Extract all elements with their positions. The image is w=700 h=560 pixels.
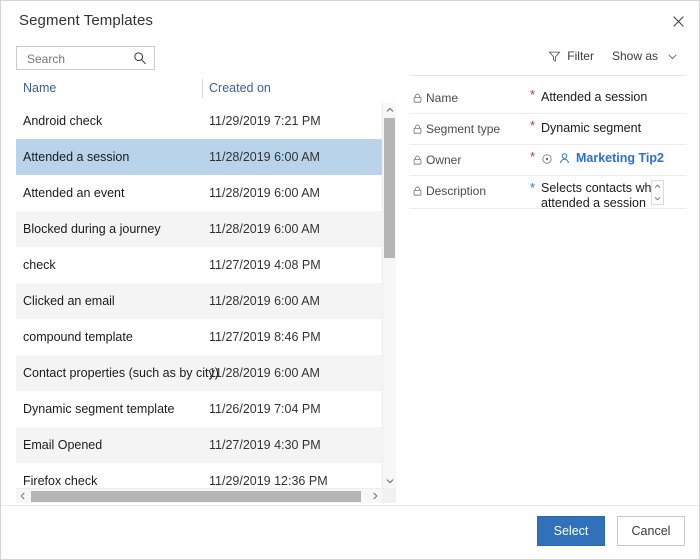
vertical-scroll-thumb[interactable] bbox=[384, 118, 395, 258]
detail-field-row: Owner * Marketing Tip2 bbox=[410, 145, 686, 176]
table-row[interactable]: Android check 11/29/2019 7:21 PM bbox=[16, 103, 382, 139]
row-created-on-cell: 11/28/2019 6:00 AM bbox=[209, 366, 320, 380]
owner-name-link[interactable]: Marketing Tip2 bbox=[576, 151, 664, 165]
required-asterisk-icon: * bbox=[530, 180, 536, 195]
search-icon[interactable] bbox=[133, 51, 147, 65]
field-label: Segment type bbox=[426, 122, 501, 136]
row-created-on-cell: 11/27/2019 8:46 PM bbox=[209, 330, 321, 344]
row-name-cell: Android check bbox=[23, 114, 103, 128]
dialog-footer: Select Cancel bbox=[1, 505, 699, 559]
detail-top-divider bbox=[410, 75, 686, 76]
row-created-on-cell: 11/27/2019 4:30 PM bbox=[209, 438, 321, 452]
table-row[interactable]: Contact properties (such as by city) 11/2… bbox=[16, 355, 382, 391]
row-created-on-cell: 11/28/2019 6:00 AM bbox=[209, 186, 320, 200]
scroll-up-icon[interactable] bbox=[652, 181, 663, 193]
horizontal-scroll-thumb[interactable] bbox=[31, 491, 361, 502]
description-scroll-spinner[interactable] bbox=[651, 180, 664, 205]
field-label: Name bbox=[426, 91, 459, 105]
row-name-cell: Contact properties (such as by city) bbox=[23, 366, 219, 380]
column-header-created-on[interactable]: Created on bbox=[209, 81, 271, 95]
table-row[interactable]: Clicked an email 11/28/2019 6:00 AM bbox=[16, 283, 382, 319]
toolbar-actions: Filter Show as bbox=[539, 47, 687, 65]
list-vertical-scrollbar[interactable] bbox=[382, 103, 396, 488]
row-name-cell: Dynamic segment template bbox=[23, 402, 175, 416]
row-name-cell: Firefox check bbox=[23, 474, 98, 488]
table-row[interactable]: Blocked during a journey 11/28/2019 6:00 … bbox=[16, 211, 382, 247]
search-box[interactable] bbox=[16, 46, 155, 71]
field-label: Owner bbox=[426, 153, 462, 167]
row-created-on-cell: 11/28/2019 6:00 AM bbox=[209, 150, 320, 164]
row-name-cell: Clicked an email bbox=[23, 294, 115, 308]
table-row[interactable]: Attended a session 11/28/2019 6:00 AM bbox=[16, 139, 382, 175]
person-icon bbox=[558, 152, 571, 165]
field-value[interactable]: Dynamic segment bbox=[541, 121, 641, 135]
close-icon[interactable] bbox=[663, 7, 693, 35]
row-name-cell: Attended a session bbox=[23, 150, 130, 164]
row-created-on-cell: 11/27/2019 4:08 PM bbox=[209, 258, 321, 272]
show-as-button[interactable]: Show as bbox=[603, 47, 687, 65]
table-row[interactable]: Firefox check 11/29/2019 12:36 PM bbox=[16, 463, 382, 488]
filter-button[interactable]: Filter bbox=[539, 47, 603, 65]
list-horizontal-scrollbar[interactable] bbox=[16, 488, 396, 503]
search-input[interactable] bbox=[25, 47, 133, 71]
row-created-on-cell: 11/26/2019 7:04 PM bbox=[209, 402, 321, 416]
templates-list: Android check 11/29/2019 7:21 PM Attended … bbox=[16, 103, 382, 488]
lock-icon bbox=[412, 91, 423, 103]
filter-icon bbox=[548, 50, 561, 63]
detail-field-row: Segment type * Dynamic segment bbox=[410, 114, 686, 145]
owner-lookup[interactable]: Marketing Tip2 bbox=[541, 151, 664, 165]
field-value[interactable]: Attended a session bbox=[541, 90, 647, 104]
table-row[interactable]: check 11/27/2019 4:08 PM bbox=[16, 247, 382, 283]
row-created-on-cell: 11/29/2019 12:36 PM bbox=[209, 474, 328, 488]
scroll-right-icon[interactable] bbox=[368, 489, 382, 503]
show-as-label: Show as bbox=[611, 49, 658, 63]
list-toolbar: Filter Show as bbox=[1, 42, 699, 75]
row-name-cell: check bbox=[23, 258, 56, 272]
list-column-header: Name Created on bbox=[16, 75, 396, 104]
table-row[interactable]: compound template 11/27/2019 8:46 PM bbox=[16, 319, 382, 355]
scroll-down-icon[interactable] bbox=[383, 474, 396, 488]
table-row[interactable]: Attended an event 11/28/2019 6:00 AM bbox=[16, 175, 382, 211]
description-value[interactable]: Selects contacts who attended a session bbox=[541, 181, 659, 208]
page-title: Segment Templates bbox=[19, 12, 153, 29]
row-name-cell: Attended an event bbox=[23, 186, 125, 200]
templates-list-pane: Name Created on Android check 11/29/2019 … bbox=[16, 75, 396, 503]
row-created-on-cell: 11/29/2019 7:21 PM bbox=[209, 114, 321, 128]
required-asterisk-icon: * bbox=[530, 87, 536, 102]
lock-icon bbox=[412, 153, 423, 165]
required-asterisk-icon: * bbox=[530, 118, 536, 133]
lock-icon bbox=[412, 122, 423, 134]
template-detail-pane: Name * Attended a session Segment type * Dyna… bbox=[410, 75, 686, 503]
select-button[interactable]: Select bbox=[537, 516, 605, 546]
table-row[interactable]: Dynamic segment template 11/26/2019 7:04 … bbox=[16, 391, 382, 427]
row-name-cell: Blocked during a journey bbox=[23, 222, 161, 236]
scroll-left-icon[interactable] bbox=[16, 489, 30, 503]
row-created-on-cell: 11/28/2019 6:00 AM bbox=[209, 222, 320, 236]
row-name-cell: compound template bbox=[23, 330, 133, 344]
dialog-titlebar: Segment Templates bbox=[1, 1, 699, 42]
lock-icon bbox=[412, 184, 423, 196]
detail-field-row: Name * Attended a session bbox=[410, 83, 686, 114]
segment-templates-dialog: Segment Templates Search Filter Show as … bbox=[0, 0, 700, 560]
detail-field-row: Description * Selects contacts who attende… bbox=[410, 176, 686, 209]
cancel-button[interactable]: Cancel bbox=[617, 516, 685, 546]
row-name-cell: Email Opened bbox=[23, 438, 103, 452]
column-header-name[interactable]: Name bbox=[23, 81, 56, 95]
filter-label: Filter bbox=[567, 49, 594, 63]
chevron-down-icon bbox=[667, 51, 678, 62]
scrollbar-corner bbox=[382, 489, 396, 503]
field-label: Description bbox=[426, 184, 487, 198]
required-asterisk-icon: * bbox=[530, 149, 536, 164]
presence-circle-icon bbox=[541, 152, 553, 164]
scroll-down-icon[interactable] bbox=[652, 193, 663, 205]
table-row[interactable]: Email Opened 11/27/2019 4:30 PM bbox=[16, 427, 382, 463]
scroll-up-icon[interactable] bbox=[383, 103, 396, 117]
row-created-on-cell: 11/28/2019 6:00 AM bbox=[209, 294, 320, 308]
column-divider bbox=[202, 79, 203, 98]
